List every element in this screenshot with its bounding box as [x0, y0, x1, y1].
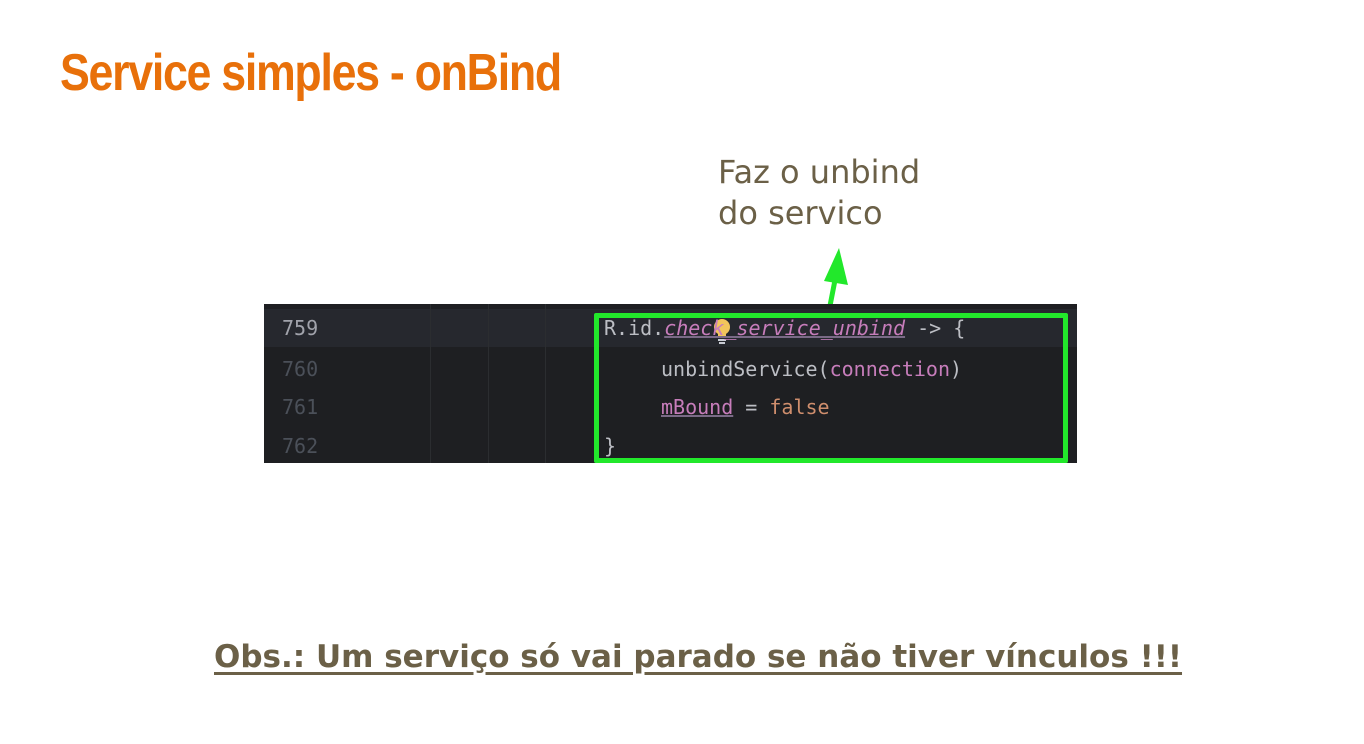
gutter-divider	[545, 304, 546, 463]
line-number: 759	[282, 316, 319, 340]
annotation-text: Faz o unbind do servico	[718, 152, 920, 234]
annotation-line-2: do servico	[718, 194, 883, 232]
line-number: 762	[282, 434, 319, 458]
slide-title: Service simples - onBind	[60, 44, 562, 102]
line-number: 760	[282, 357, 319, 381]
observation-note: Obs.: Um serviço só vai parado se não ti…	[214, 639, 1183, 675]
annotation-line-1: Faz o unbind	[718, 153, 921, 191]
highlight-box	[594, 313, 1068, 463]
arrow-head	[824, 248, 848, 285]
line-number: 761	[282, 395, 319, 419]
gutter-divider	[430, 304, 431, 463]
gutter-divider	[488, 304, 489, 463]
